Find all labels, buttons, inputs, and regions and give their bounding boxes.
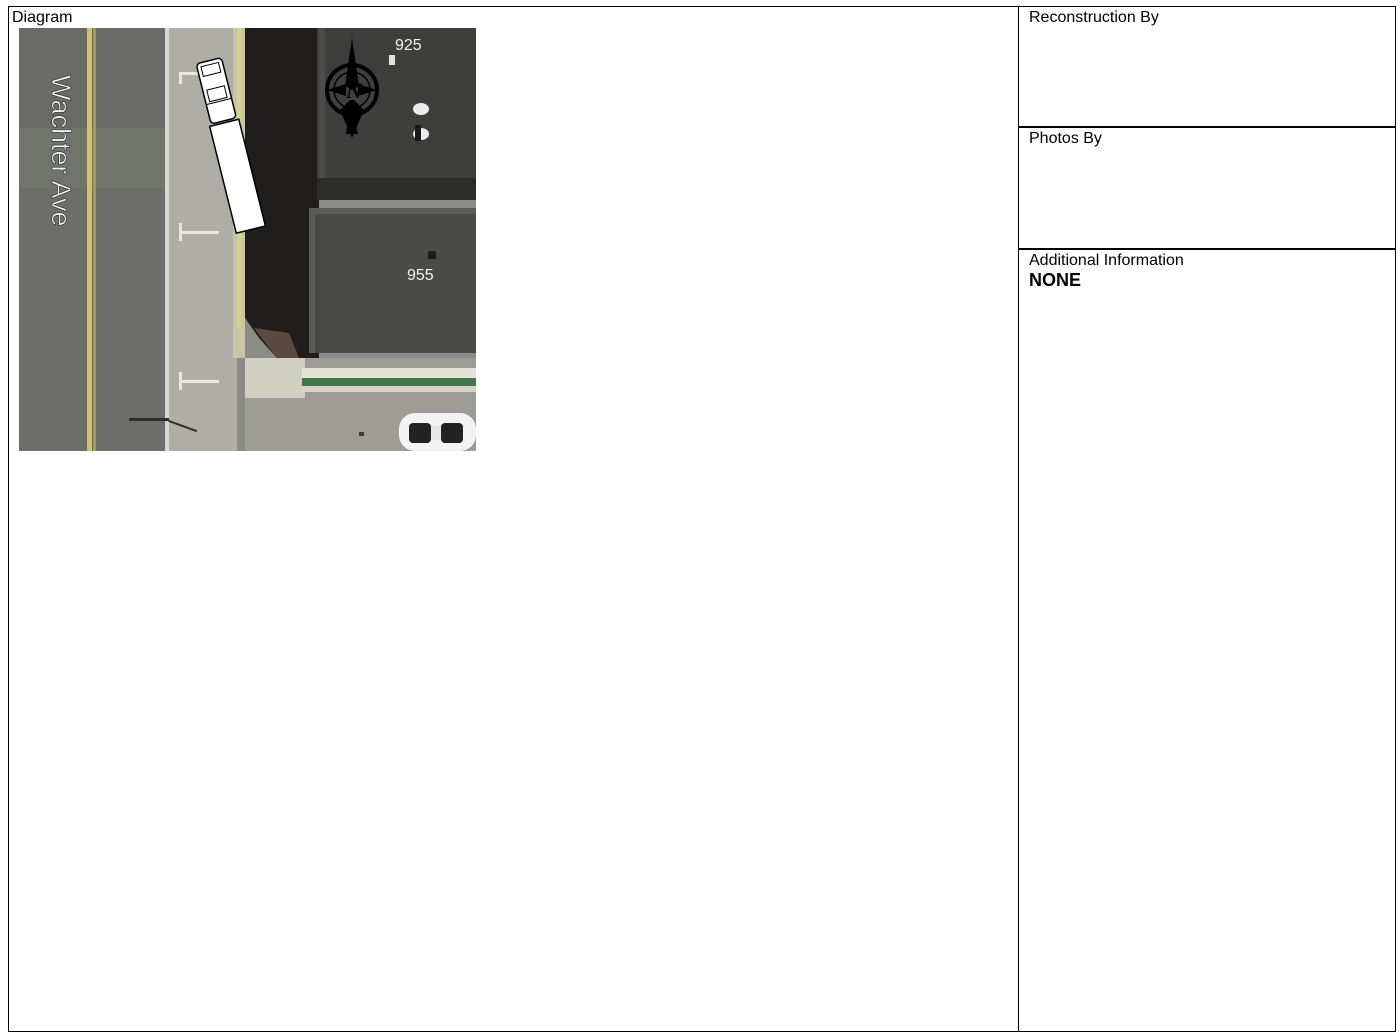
diagram-panel: Diagram N 925 955 Wachter Ave bbox=[9, 7, 1019, 1031]
car-icon bbox=[399, 413, 476, 451]
additional-info-box: Additional Information NONE bbox=[1019, 250, 1395, 1031]
street-name-label: Wachter Ave bbox=[46, 75, 76, 227]
additional-info-label: Additional Information bbox=[1029, 252, 1184, 269]
photos-label: Photos By bbox=[1029, 130, 1102, 147]
additional-info-value: NONE bbox=[1029, 270, 1082, 290]
address-925-label: 925 bbox=[395, 37, 422, 54]
building-955-roof bbox=[309, 208, 476, 353]
reconstruction-box: Reconstruction By bbox=[1019, 7, 1395, 128]
address-955-label: 955 bbox=[407, 267, 434, 284]
street-center-line bbox=[87, 28, 92, 451]
reconstruction-label: Reconstruction By bbox=[1029, 9, 1159, 26]
report-frame: Diagram N 925 955 Wachter Ave Reconstruc… bbox=[8, 6, 1396, 1032]
info-sidebar: Reconstruction By Photos By Additional I… bbox=[1019, 7, 1395, 1031]
photos-box: Photos By bbox=[1019, 128, 1395, 250]
compass-north-letter: N bbox=[345, 78, 363, 103]
aerial-map: N 925 955 Wachter Ave bbox=[19, 28, 476, 451]
diagram-label: Diagram bbox=[12, 9, 73, 26]
